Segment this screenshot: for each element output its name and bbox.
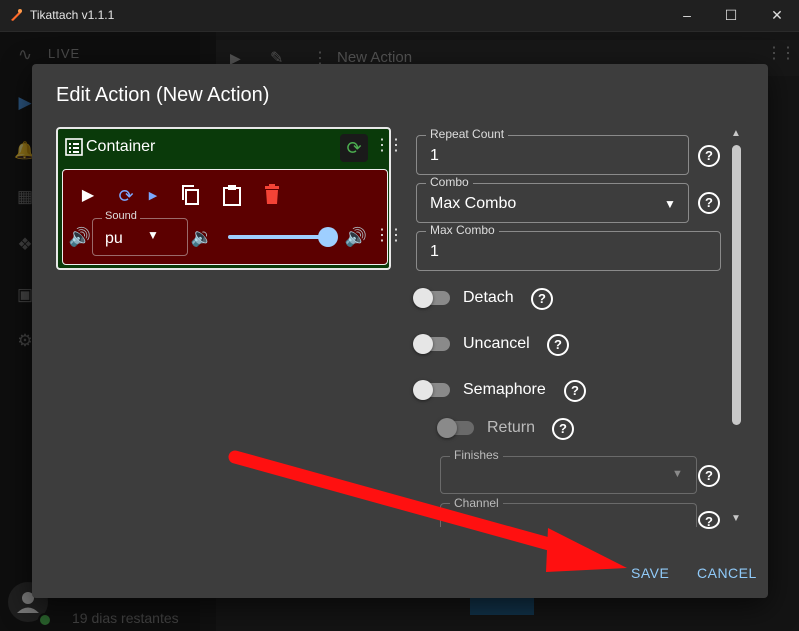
repeat-count-help-icon[interactable]: ? [698, 145, 720, 167]
expand-right-icon[interactable]: ▶ [141, 184, 165, 208]
volume-high-icon[interactable]: 🔊 [344, 225, 368, 249]
semaphore-label: Semaphore [463, 381, 546, 398]
combo-label: Combo [426, 175, 473, 189]
maximize-button[interactable]: ☐ [708, 0, 754, 31]
finishes-dropdown-arrow-icon[interactable]: ▼ [672, 468, 683, 480]
uncancel-label: Uncancel [463, 335, 530, 352]
container-drag-handle-icon[interactable]: ⋮⋮ [374, 138, 404, 154]
copy-icon[interactable] [178, 184, 202, 208]
finishes-help-icon[interactable]: ? [698, 465, 720, 487]
repeat-count-label: Repeat Count [426, 127, 509, 141]
repeat-icon[interactable]: ⟳ [114, 184, 138, 208]
uncancel-help-icon[interactable]: ? [547, 334, 569, 356]
delete-icon[interactable] [260, 184, 284, 208]
close-window-button[interactable]: ✕ [754, 0, 799, 31]
max-combo-field[interactable] [416, 231, 721, 271]
finishes-label: Finishes [450, 448, 503, 462]
sound-dropdown-arrow-icon[interactable]: ▼ [147, 228, 159, 242]
container-label: Container [86, 138, 156, 155]
return-label: Return [487, 419, 536, 436]
sound-select-label: Sound [102, 210, 140, 222]
paste-icon[interactable] [220, 184, 244, 208]
return-help-icon[interactable]: ? [552, 418, 574, 440]
scroll-down-arrow-icon[interactable]: ▼ [731, 513, 741, 524]
sound-select-value[interactable]: pu [105, 230, 127, 248]
volume-slider-thumb[interactable] [318, 227, 338, 247]
app-logo-icon [9, 8, 23, 22]
combo-dropdown-arrow-icon[interactable]: ▼ [664, 197, 676, 211]
semaphore-toggle-thumb[interactable] [413, 380, 433, 400]
scroll-up-arrow-icon[interactable]: ▲ [731, 128, 741, 139]
repeat-count-field[interactable] [416, 135, 689, 175]
detach-help-icon[interactable]: ? [531, 288, 553, 310]
detach-toggle-thumb[interactable] [413, 288, 433, 308]
channel-label: Channel [450, 496, 503, 510]
play-icon[interactable]: ▶ [76, 184, 100, 208]
combo-value[interactable]: Max Combo [430, 195, 516, 213]
minimize-button[interactable]: – [664, 0, 710, 31]
channel-help-icon[interactable]: ? [698, 511, 720, 529]
uncancel-toggle-thumb[interactable] [413, 334, 433, 354]
dialog-title: Edit Action (New Action) [56, 84, 270, 106]
volume-icon[interactable]: 🔊 [68, 225, 92, 249]
volume-low-icon[interactable]: 🔉 [190, 225, 214, 249]
max-combo-label: Max Combo [426, 223, 499, 237]
max-combo-value[interactable]: 1 [430, 243, 439, 261]
sync-icon[interactable]: ⟳ [340, 134, 368, 162]
app-title: Tikattach v1.1.1 [30, 8, 115, 22]
semaphore-help-icon[interactable]: ? [564, 380, 586, 402]
sound-drag-handle-icon[interactable]: ⋮⋮ [374, 228, 404, 244]
cancel-button[interactable]: CANCEL [697, 565, 757, 581]
list-icon [65, 138, 83, 156]
detach-label: Detach [463, 289, 514, 306]
repeat-count-value[interactable]: 1 [430, 147, 439, 165]
combo-help-icon[interactable]: ? [698, 192, 720, 214]
scrollbar-thumb[interactable] [732, 145, 741, 425]
volume-slider-track[interactable] [228, 235, 328, 239]
save-button[interactable]: SAVE [631, 565, 669, 581]
return-toggle-thumb[interactable] [437, 418, 457, 438]
